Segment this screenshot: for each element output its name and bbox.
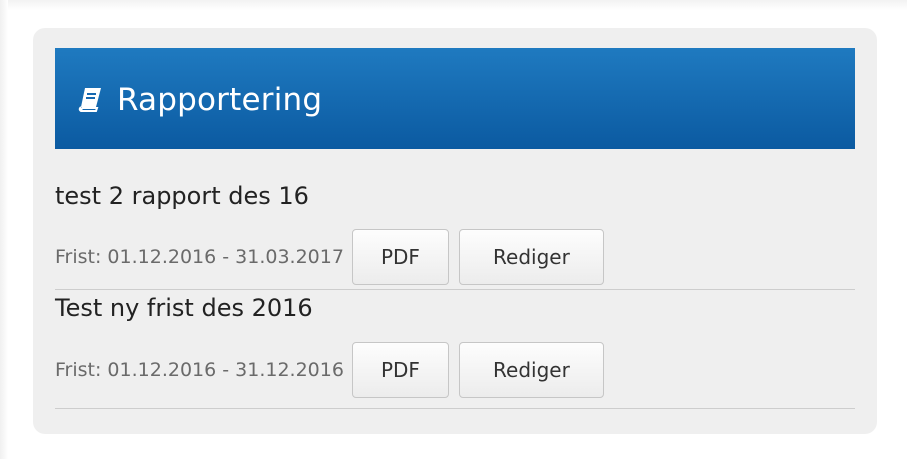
- edit-button[interactable]: Rediger: [458, 342, 604, 398]
- reporting-panel: Rapportering test 2 rapport des 16 Frist…: [33, 28, 877, 434]
- left-border: [0, 0, 8, 459]
- book-icon: [77, 86, 103, 112]
- report-title: test 2 rapport des 16: [55, 182, 309, 210]
- report-actions: Frist: 01.12.2016 - 31.12.2016 PDF Redig…: [55, 342, 614, 398]
- report-item: Test ny frist des 2016 Frist: 01.12.2016…: [55, 290, 855, 409]
- report-deadline: Frist: 01.12.2016 - 31.03.2017: [55, 246, 344, 268]
- pdf-button[interactable]: PDF: [351, 229, 449, 285]
- top-border: [0, 0, 907, 10]
- panel-title: Rapportering: [117, 81, 323, 118]
- report-deadline: Frist: 01.12.2016 - 31.12.2016: [55, 359, 344, 381]
- report-title: Test ny frist des 2016: [55, 294, 313, 322]
- report-actions: Frist: 01.12.2016 - 31.03.2017 PDF Redig…: [55, 229, 614, 285]
- pdf-button[interactable]: PDF: [351, 342, 449, 398]
- report-item: test 2 rapport des 16 Frist: 01.12.2016 …: [55, 162, 855, 290]
- edit-button[interactable]: Rediger: [458, 229, 604, 285]
- panel-header: Rapportering: [55, 48, 855, 149]
